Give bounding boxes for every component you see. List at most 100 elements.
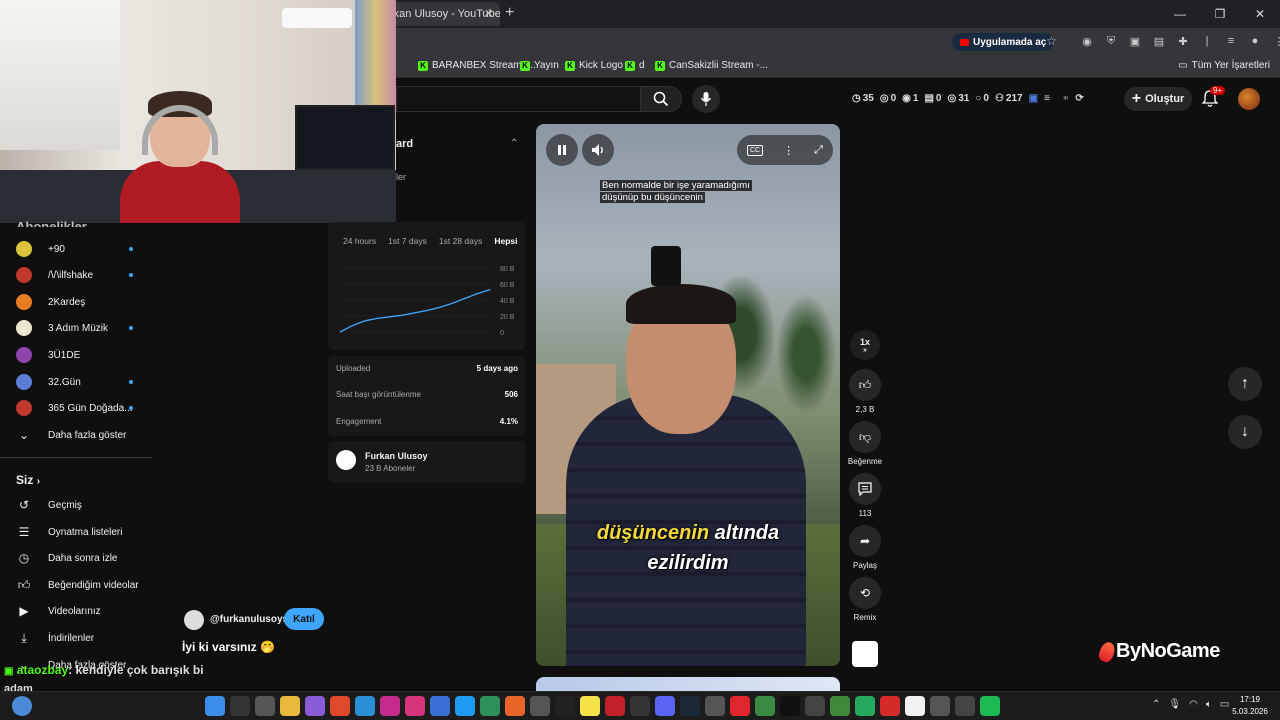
fullscreen-icon[interactable]: ⤢ [814, 144, 823, 157]
trophy-icon[interactable]: ♅ [1062, 93, 1070, 104]
sidebar-item-subscription[interactable]: 365 Gün Doğada... [0, 395, 150, 421]
channel-card[interactable] [328, 441, 526, 483]
menu-icon[interactable]: ⋮ [1272, 34, 1280, 48]
captions-icon[interactable]: CC [747, 144, 764, 156]
app-icon[interactable] [930, 696, 950, 716]
next-short-preview[interactable] [536, 677, 840, 691]
bookmark-item[interactable]: K Yayın [520, 60, 559, 71]
remix-button[interactable]: ⟲ [849, 577, 881, 609]
tab-all[interactable]: Hepsi [494, 236, 517, 246]
share-button[interactable]: ➦ [849, 525, 881, 557]
spotify-icon[interactable] [980, 696, 1000, 716]
dislike-button[interactable]: 👎︎ [849, 421, 881, 453]
app-icon[interactable] [480, 696, 500, 716]
star-icon[interactable]: ☆ [1046, 34, 1057, 48]
instagram-icon[interactable] [405, 696, 425, 716]
brave-icon[interactable] [330, 696, 350, 716]
browser-tab[interactable]: rkan Ulusoy - YouTube [380, 2, 500, 26]
tiktok-icon[interactable] [780, 696, 800, 716]
sidebar-item-watch-later[interactable]: ◷ Daha sonra izle [0, 545, 150, 571]
like-button[interactable]: 👍︎ [849, 369, 881, 401]
twitter-icon[interactable] [455, 696, 475, 716]
open-in-app-button[interactable]: Uygulamada aç [952, 33, 1055, 51]
sidebar-item-subscription[interactable]: 3 Adım Müzik [0, 315, 150, 341]
window-close-icon[interactable]: ✕ [1240, 0, 1280, 28]
list-icon[interactable]: ≡ [1044, 93, 1050, 104]
extension-icon[interactable]: ▤ [1152, 34, 1166, 48]
edge-icon[interactable] [355, 696, 375, 716]
app-icon[interactable] [855, 696, 875, 716]
microphone-icon[interactable]: 🎙︎ [1168, 699, 1181, 710]
refresh-icon[interactable]: ⟳ [1075, 93, 1083, 104]
tab-first-28-days[interactable]: 1st 28 days [439, 236, 482, 246]
steam-icon[interactable] [680, 696, 700, 716]
snapchat-icon[interactable] [580, 696, 600, 716]
discord-icon[interactable] [655, 696, 675, 716]
wifi-icon[interactable]: ◠ [1189, 699, 1198, 710]
all-bookmarks[interactable]: ▭ Tüm Yer İşaretleri [1178, 60, 1270, 71]
speedometer-icon[interactable] [530, 696, 550, 716]
sidebar-item-your-videos[interactable]: ▶ Videolarınız [0, 598, 150, 624]
extension-icon[interactable]: ▣ [1128, 34, 1142, 48]
minimize-icon[interactable]: — [1160, 0, 1200, 28]
next-short-button[interactable]: ↓ [1228, 415, 1262, 449]
windows-start-icon[interactable] [205, 696, 225, 716]
puzzle-icon[interactable]: ✚ [1176, 34, 1190, 48]
file-explorer-icon[interactable] [280, 696, 300, 716]
shorts-video-player[interactable] [536, 124, 840, 666]
sidebar-item-subscription[interactable]: +90 [0, 236, 150, 262]
chevron-up-icon[interactable]: ⌃ [510, 138, 518, 149]
bookmark-item[interactable]: K Kick Logo [565, 60, 623, 71]
opera-icon[interactable] [730, 696, 750, 716]
app-icon[interactable] [705, 696, 725, 716]
search-input[interactable] [396, 86, 640, 112]
app-icon[interactable] [630, 696, 650, 716]
sidebar-item-downloads[interactable]: ⤓ İndirilenler [0, 625, 150, 651]
taskbar-clock[interactable]: 17:19 5.03.2026 [1228, 694, 1272, 718]
app-icon[interactable] [880, 696, 900, 716]
account-avatar[interactable] [1238, 88, 1260, 110]
create-button[interactable]: + Oluştur [1124, 87, 1192, 111]
previous-short-button[interactable]: ↑ [1228, 367, 1262, 401]
sidebar-item-liked[interactable]: 👍︎ Beğendiğim videolar [0, 572, 150, 598]
close-tab-icon[interactable]: ✕ [484, 7, 493, 20]
extension-icon[interactable]: ◉ [1080, 34, 1094, 48]
chrome-icon[interactable] [755, 696, 775, 716]
you-section-header[interactable]: Siz › [16, 473, 40, 487]
voice-search-button[interactable] [692, 85, 720, 113]
shield-icon[interactable]: ⛨ [1104, 34, 1118, 48]
new-tab-icon[interactable]: + [505, 4, 514, 22]
app-icon[interactable] [605, 696, 625, 716]
bookmark-item[interactable]: K CanSakizlii Stream -... [655, 60, 768, 71]
comments-button[interactable] [849, 473, 881, 505]
app-icon[interactable] [505, 696, 525, 716]
sidebar-item-playlists[interactable]: ☰ Oynatma listeleri [0, 519, 150, 545]
task-view-icon[interactable] [255, 696, 275, 716]
channel-thumbnail[interactable] [852, 641, 878, 667]
app-icon[interactable] [955, 696, 975, 716]
more-options-icon[interactable]: ⋮ [783, 144, 794, 157]
pause-button[interactable] [546, 134, 578, 166]
chevron-up-icon[interactable]: ⌃ [1152, 699, 1160, 710]
channel-avatar[interactable] [336, 450, 356, 470]
notifications-button[interactable]: 9+ [1201, 86, 1226, 108]
search-icon[interactable] [230, 696, 250, 716]
user-avatar[interactable] [12, 696, 32, 716]
media-player-icon[interactable] [380, 696, 400, 716]
bookmark-item[interactable]: K BARANBEX Stream -... [418, 60, 536, 71]
volume-button[interactable] [582, 134, 614, 166]
tab-24-hours[interactable]: 24 hours [343, 236, 376, 246]
playlist-icon[interactable]: ≡ [1224, 34, 1238, 48]
epic-games-icon[interactable] [555, 696, 575, 716]
store-icon[interactable] [430, 696, 450, 716]
bookmark-item[interactable]: Kd [625, 60, 645, 71]
sidebar-item-subscription[interactable]: /\/\ilfshake [0, 262, 150, 288]
channel-name[interactable]: Furkan Ulusoy [365, 451, 428, 461]
sidebar-item-subscription[interactable]: 32.Gün [0, 369, 150, 395]
yandex-icon[interactable] [905, 696, 925, 716]
app-icon[interactable] [805, 696, 825, 716]
profile-icon[interactable]: ● [1248, 34, 1262, 48]
playback-speed-button[interactable]: 1x » [850, 330, 880, 360]
sidebar-item-subscription[interactable]: 3Ü1DE [0, 342, 150, 368]
restore-icon[interactable]: ❐ [1200, 0, 1240, 28]
